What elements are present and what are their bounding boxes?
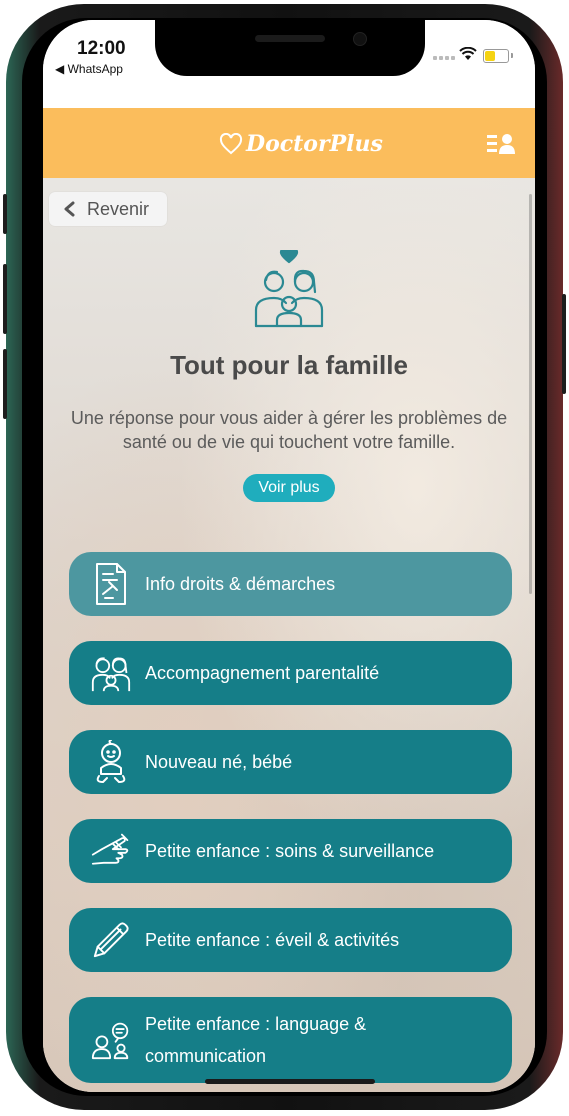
back-button[interactable]: Revenir [49, 192, 167, 226]
back-button-label: Revenir [87, 198, 150, 219]
menu-item-language-communication[interactable]: Petite enfance : language & communicatio… [69, 997, 512, 1083]
family-icon [253, 247, 325, 328]
menu-item-label: Nouveau né, bébé [145, 752, 293, 772]
phone-screen: 12:00 ◀ WhatsApp DoctorPlus Revenir Tout… [43, 20, 535, 1092]
menu-item-label: Petite enfance : éveil & activités [145, 930, 400, 950]
signal-icon [433, 56, 457, 60]
status-bar: 12:00 ◀ WhatsApp [43, 20, 535, 108]
menu-item-eveil-activites[interactable]: Petite enfance : éveil & activités [69, 908, 512, 972]
menu-item-parentalite[interactable]: Accompagnement parentalité [69, 641, 512, 705]
mute-switch [3, 194, 7, 234]
speaker-grille [255, 35, 325, 42]
baby-icon [91, 740, 131, 784]
notch [155, 20, 425, 76]
phone-frame: 12:00 ◀ WhatsApp DoctorPlus Revenir Tout… [3, 4, 566, 1110]
app-logo[interactable]: DoctorPlus [219, 128, 383, 160]
page-description: Une réponse pour vous aider à gérer les … [70, 408, 508, 452]
conversation-icon [91, 1018, 131, 1062]
menu-item-label: Accompagnement parentalité [145, 663, 380, 683]
wifi-icon [459, 46, 477, 66]
menu-item-label: Info droits & démarches [145, 574, 336, 594]
page-title: Tout pour la famille [170, 350, 408, 380]
scrollbar[interactable] [529, 194, 532, 594]
content-area: Revenir Tout pour la famille Une réponse… [43, 178, 535, 1092]
status-time: 12:00 [77, 38, 126, 59]
menu-item-label: Petite enfance : soins & surveillance [145, 841, 435, 861]
volume-down-button [3, 349, 7, 419]
battery-icon [483, 49, 513, 63]
menu-item-soins-surveillance[interactable]: Petite enfance : soins & surveillance [69, 819, 512, 883]
heart-icon [219, 133, 243, 155]
app-logo-text: DoctorPlus [246, 131, 383, 157]
voir-plus-button[interactable]: Voir plus [243, 474, 335, 502]
app-header: DoctorPlus [43, 108, 535, 178]
volume-up-button [3, 264, 7, 334]
menu-item-info-droits[interactable]: Info droits & démarches [69, 552, 512, 616]
power-button [562, 294, 566, 394]
pencil-icon [91, 918, 131, 962]
front-camera [353, 32, 367, 46]
user-menu-icon[interactable] [486, 132, 516, 154]
home-indicator[interactable] [205, 1079, 375, 1084]
menu-item-nouveau-ne[interactable]: Nouveau né, bébé [69, 730, 512, 794]
chevron-left-icon [63, 201, 75, 217]
parents-icon [91, 651, 131, 695]
menu-item-label: Petite enfance : language & communicatio… [145, 1014, 367, 1066]
back-to-app-link[interactable]: ◀ WhatsApp [55, 62, 123, 76]
legal-document-icon [91, 562, 131, 606]
bandaged-hand-icon [91, 829, 131, 873]
